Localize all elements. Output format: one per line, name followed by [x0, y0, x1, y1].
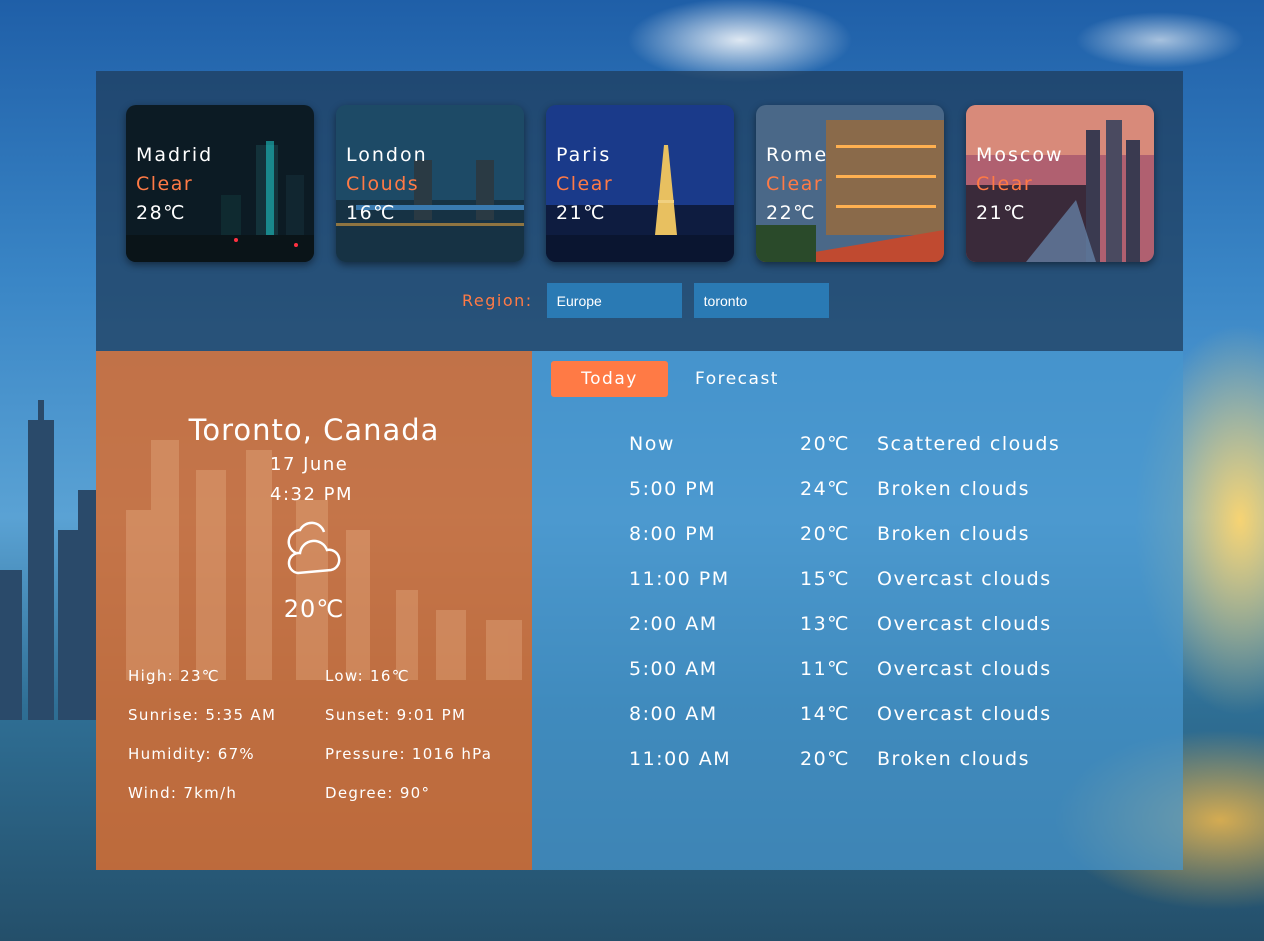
high-temp: High: 23℃: [128, 667, 220, 685]
forecast-row: 2:00 AM 13℃ Overcast clouds: [629, 601, 1137, 646]
forecast-row: 5:00 AM 11℃ Overcast clouds: [629, 646, 1137, 691]
city-temperature: 21℃: [556, 202, 607, 224]
city-name: Paris: [556, 144, 612, 166]
forecast-row: 11:00 PM 15℃ Overcast clouds: [629, 556, 1137, 601]
city-condition: Clear: [766, 173, 824, 195]
city-name: London: [346, 144, 428, 166]
forecast-temp: 14℃: [800, 702, 851, 725]
forecast-temp: 15℃: [800, 567, 851, 590]
city-info: London Clouds 16℃: [346, 141, 428, 228]
tab-today[interactable]: Today: [551, 361, 668, 397]
city-condition: Clear: [136, 173, 194, 195]
city-info: Rome Clear 22℃: [766, 141, 828, 228]
humidity: Humidity: 67%: [128, 745, 255, 763]
current-date: 17 June: [270, 454, 349, 475]
cloud-icon: [287, 521, 341, 575]
forecast-temp: 11℃: [800, 657, 851, 680]
forecast-time: 8:00 AM: [629, 702, 718, 725]
forecast-description: Overcast clouds: [877, 657, 1052, 680]
city-card-paris[interactable]: Paris Clear 21℃: [546, 105, 734, 262]
forecast-row: 8:00 PM 20℃ Broken clouds: [629, 511, 1137, 556]
city-name: Rome: [766, 144, 829, 166]
forecast-temp: 20℃: [800, 747, 851, 770]
city-card-moscow[interactable]: Moscow Clear 21℃: [966, 105, 1154, 262]
forecast-description: Broken clouds: [877, 477, 1031, 500]
city-card-madrid[interactable]: Madrid Clear 28℃: [126, 105, 314, 262]
forecast-time: 5:00 AM: [629, 657, 718, 680]
weather-details: High: 23℃ Low: 16℃ Sunrise: 5:35 AM Suns…: [128, 667, 528, 802]
forecast-description: Overcast clouds: [877, 567, 1052, 590]
wind-degree: Degree: 90°: [325, 784, 431, 802]
city-condition: Clear: [976, 173, 1034, 195]
location-title: Toronto, Canada: [188, 413, 440, 447]
top-panel: Madrid Clear 28℃ London Clouds 16℃ Paris…: [96, 71, 1183, 351]
forecast-time: 11:00 AM: [629, 747, 732, 770]
city-name: Moscow: [976, 144, 1064, 166]
city-name: Madrid: [136, 144, 214, 166]
current-weather-panel: Toronto, Canada 17 June 4:32 PM 20℃ High…: [96, 351, 532, 870]
city-info: Moscow Clear 21℃: [976, 141, 1064, 228]
city-temperature: 21℃: [976, 202, 1027, 224]
city-condition: Clear: [556, 173, 614, 195]
hourly-forecast-list: Now 20℃ Scattered clouds 5:00 PM 24℃ Bro…: [629, 421, 1137, 781]
forecast-description: Broken clouds: [877, 747, 1031, 770]
low-temp: Low: 16℃: [325, 667, 410, 685]
forecast-row: 5:00 PM 24℃ Broken clouds: [629, 466, 1137, 511]
city-info: Paris Clear 21℃: [556, 141, 613, 228]
weather-app: Madrid Clear 28℃ London Clouds 16℃ Paris…: [96, 71, 1183, 870]
forecast-row: 11:00 AM 20℃ Broken clouds: [629, 736, 1137, 781]
city-card-london[interactable]: London Clouds 16℃: [336, 105, 524, 262]
current-time: 4:32 PM: [270, 484, 354, 505]
city-info: Madrid Clear 28℃: [136, 141, 213, 228]
city-temperature: 22℃: [766, 202, 817, 224]
city-temperature: 16℃: [346, 202, 397, 224]
forecast-time: 11:00 PM: [629, 567, 730, 590]
city-search-input[interactable]: [693, 283, 829, 318]
forecast-description: Scattered clouds: [877, 432, 1061, 455]
background-skyline: [0, 400, 100, 720]
forecast-time: 5:00 PM: [629, 477, 717, 500]
forecast-description: Broken clouds: [877, 522, 1031, 545]
forecast-temp: 13℃: [800, 612, 851, 635]
forecast-panel: Today Forecast Now 20℃ Scattered clouds …: [532, 351, 1183, 870]
forecast-temp: 20℃: [800, 432, 851, 455]
forecast-temp: 24℃: [800, 477, 851, 500]
forecast-time: 8:00 PM: [629, 522, 717, 545]
forecast-row: 8:00 AM 14℃ Overcast clouds: [629, 691, 1137, 736]
tab-forecast[interactable]: Forecast: [682, 361, 792, 397]
sunset: Sunset: 9:01 PM: [325, 706, 467, 724]
current-temperature: 20℃: [283, 595, 345, 623]
city-card-rome[interactable]: Rome Clear 22℃: [756, 105, 944, 262]
forecast-description: Overcast clouds: [877, 612, 1052, 635]
forecast-description: Overcast clouds: [877, 702, 1052, 725]
pressure: Pressure: 1016 hPa: [325, 745, 493, 763]
region-row: Region:: [462, 283, 841, 318]
city-cards: Madrid Clear 28℃ London Clouds 16℃ Paris…: [126, 105, 1154, 262]
region-label: Region:: [462, 291, 533, 310]
forecast-time: Now: [629, 432, 675, 455]
region-input[interactable]: [546, 283, 682, 318]
wind: Wind: 7km/h: [128, 784, 238, 802]
sunrise: Sunrise: 5:35 AM: [128, 706, 277, 724]
city-temperature: 28℃: [136, 202, 187, 224]
forecast-time: 2:00 AM: [629, 612, 718, 635]
city-condition: Clouds: [346, 173, 420, 195]
forecast-temp: 20℃: [800, 522, 851, 545]
forecast-row: Now 20℃ Scattered clouds: [629, 421, 1137, 466]
